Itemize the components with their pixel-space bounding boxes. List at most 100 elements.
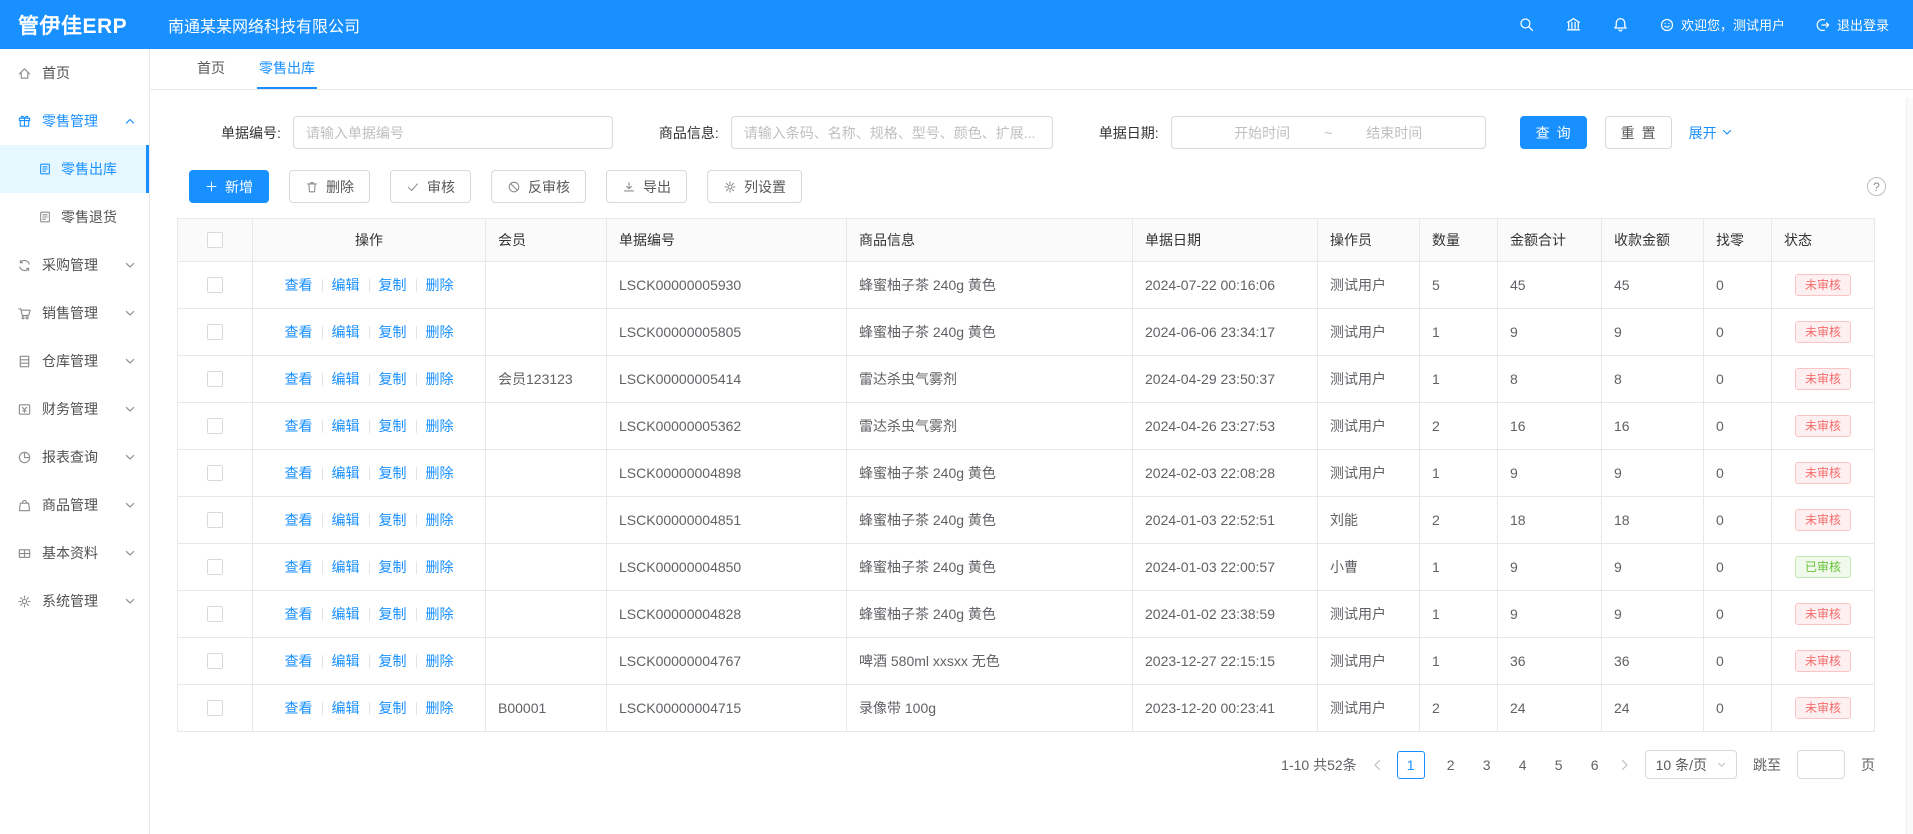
copy-link[interactable]: 复制 xyxy=(379,324,407,340)
column-settings-button[interactable]: 列设置 xyxy=(707,170,802,203)
date-range-input[interactable]: 开始时间 ~ 结束时间 xyxy=(1171,116,1486,149)
edit-link[interactable]: 编辑 xyxy=(332,465,360,481)
tab-home[interactable]: 首页 xyxy=(195,49,227,89)
delete-link[interactable]: 删除 xyxy=(426,606,454,622)
delete-link[interactable]: 删除 xyxy=(426,700,454,716)
page-number-button[interactable]: 4 xyxy=(1513,757,1533,773)
view-link[interactable]: 查看 xyxy=(285,324,313,340)
bell-icon[interactable] xyxy=(1612,16,1629,33)
copy-link[interactable]: 复制 xyxy=(379,653,407,669)
edit-link[interactable]: 编辑 xyxy=(332,418,360,434)
edit-link[interactable]: 编辑 xyxy=(332,324,360,340)
page-number-button[interactable]: 2 xyxy=(1441,757,1461,773)
view-link[interactable]: 查看 xyxy=(285,418,313,434)
delete-link[interactable]: 删除 xyxy=(426,559,454,575)
cell-bill-no: LSCK00000005930 xyxy=(607,262,847,309)
delete-button[interactable]: 删除 xyxy=(289,170,370,203)
view-link[interactable]: 查看 xyxy=(285,653,313,669)
row-checkbox[interactable] xyxy=(207,465,223,481)
bill-no-input[interactable] xyxy=(293,116,613,149)
edit-link[interactable]: 编辑 xyxy=(332,606,360,622)
edit-link[interactable]: 编辑 xyxy=(332,277,360,293)
row-checkbox[interactable] xyxy=(207,371,223,387)
sidebar-item-retail-outbound[interactable]: 零售出库 xyxy=(0,145,149,193)
edit-link[interactable]: 编辑 xyxy=(332,512,360,528)
delete-link[interactable]: 删除 xyxy=(426,371,454,387)
copy-link[interactable]: 复制 xyxy=(379,559,407,575)
row-checkbox[interactable] xyxy=(207,277,223,293)
edit-link[interactable]: 编辑 xyxy=(332,559,360,575)
reset-button[interactable]: 重置 xyxy=(1605,116,1672,149)
page-size-select[interactable]: 10 条/页 xyxy=(1645,750,1737,779)
view-link[interactable]: 查看 xyxy=(285,559,313,575)
edit-link[interactable]: 编辑 xyxy=(332,653,360,669)
copy-link[interactable]: 复制 xyxy=(379,606,407,622)
add-button[interactable]: 新增 xyxy=(189,170,269,203)
app-logo[interactable]: 管伊佳ERP xyxy=(0,10,150,40)
product-info-input[interactable] xyxy=(731,116,1053,149)
sidebar-item-basic-data[interactable]: 基本资料 xyxy=(0,529,149,577)
row-checkbox[interactable] xyxy=(207,606,223,622)
search-icon[interactable] xyxy=(1518,16,1535,33)
sidebar-item-home[interactable]: 首页 xyxy=(0,49,149,97)
next-page-button[interactable] xyxy=(1621,759,1629,771)
search-button[interactable]: 查询 xyxy=(1520,116,1587,149)
sidebar-item-sales[interactable]: 销售管理 xyxy=(0,289,149,337)
row-checkbox[interactable] xyxy=(207,418,223,434)
bank-icon[interactable] xyxy=(1565,16,1582,33)
expand-link[interactable]: 展开 xyxy=(1689,123,1732,143)
prev-page-button[interactable] xyxy=(1373,759,1381,771)
copy-link[interactable]: 复制 xyxy=(379,277,407,293)
delete-link[interactable]: 删除 xyxy=(426,465,454,481)
row-checkbox[interactable] xyxy=(207,324,223,340)
delete-link[interactable]: 删除 xyxy=(426,653,454,669)
sidebar-item-purchase[interactable]: 采购管理 xyxy=(0,241,149,289)
view-link[interactable]: 查看 xyxy=(285,277,313,293)
delete-link[interactable]: 删除 xyxy=(426,324,454,340)
sidebar-item-goods[interactable]: 商品管理 xyxy=(0,481,149,529)
sidebar-item-system[interactable]: 系统管理 xyxy=(0,577,149,625)
page-number-button[interactable]: 1 xyxy=(1397,751,1425,779)
bill-date-label: 单据日期: xyxy=(1099,123,1159,143)
bill-no-label: 单据编号: xyxy=(221,123,281,143)
select-all-checkbox[interactable] xyxy=(207,232,223,248)
sidebar-item-retail[interactable]: 零售管理 xyxy=(0,97,149,145)
logout-button[interactable]: 退出登录 xyxy=(1815,15,1889,34)
scrollbar-track[interactable] xyxy=(1906,98,1913,834)
export-button[interactable]: 导出 xyxy=(606,170,687,203)
sidebar-item-reports[interactable]: 报表查询 xyxy=(0,433,149,481)
jump-page-input[interactable] xyxy=(1797,750,1845,779)
warehouse-icon xyxy=(17,354,32,369)
sidebar-item-retail-return[interactable]: 零售退货 xyxy=(0,193,149,241)
tab-retail-outbound[interactable]: 零售出库 xyxy=(257,49,317,89)
view-link[interactable]: 查看 xyxy=(285,700,313,716)
delete-link[interactable]: 删除 xyxy=(426,277,454,293)
sidebar-item-finance[interactable]: 财务管理 xyxy=(0,385,149,433)
unaudit-button[interactable]: 反审核 xyxy=(491,170,586,203)
user-welcome[interactable]: 欢迎您，测试用户 xyxy=(1659,15,1785,34)
edit-link[interactable]: 编辑 xyxy=(332,371,360,387)
copy-link[interactable]: 复制 xyxy=(379,418,407,434)
copy-link[interactable]: 复制 xyxy=(379,371,407,387)
copy-link[interactable]: 复制 xyxy=(379,512,407,528)
help-icon[interactable]: ? xyxy=(1867,177,1886,196)
view-link[interactable]: 查看 xyxy=(285,371,313,387)
view-link[interactable]: 查看 xyxy=(285,512,313,528)
row-checkbox[interactable] xyxy=(207,559,223,575)
edit-link[interactable]: 编辑 xyxy=(332,700,360,716)
row-checkbox[interactable] xyxy=(207,700,223,716)
cell-product: 蜂蜜柚子茶 240g 黄色 xyxy=(847,262,1133,309)
delete-link[interactable]: 删除 xyxy=(426,512,454,528)
copy-link[interactable]: 复制 xyxy=(379,700,407,716)
sidebar-item-warehouse[interactable]: 仓库管理 xyxy=(0,337,149,385)
audit-button[interactable]: 审核 xyxy=(390,170,471,203)
page-number-button[interactable]: 5 xyxy=(1549,757,1569,773)
page-number-button[interactable]: 6 xyxy=(1585,757,1605,773)
delete-link[interactable]: 删除 xyxy=(426,418,454,434)
page-number-button[interactable]: 3 xyxy=(1477,757,1497,773)
view-link[interactable]: 查看 xyxy=(285,465,313,481)
row-checkbox[interactable] xyxy=(207,653,223,669)
row-checkbox[interactable] xyxy=(207,512,223,528)
copy-link[interactable]: 复制 xyxy=(379,465,407,481)
view-link[interactable]: 查看 xyxy=(285,606,313,622)
